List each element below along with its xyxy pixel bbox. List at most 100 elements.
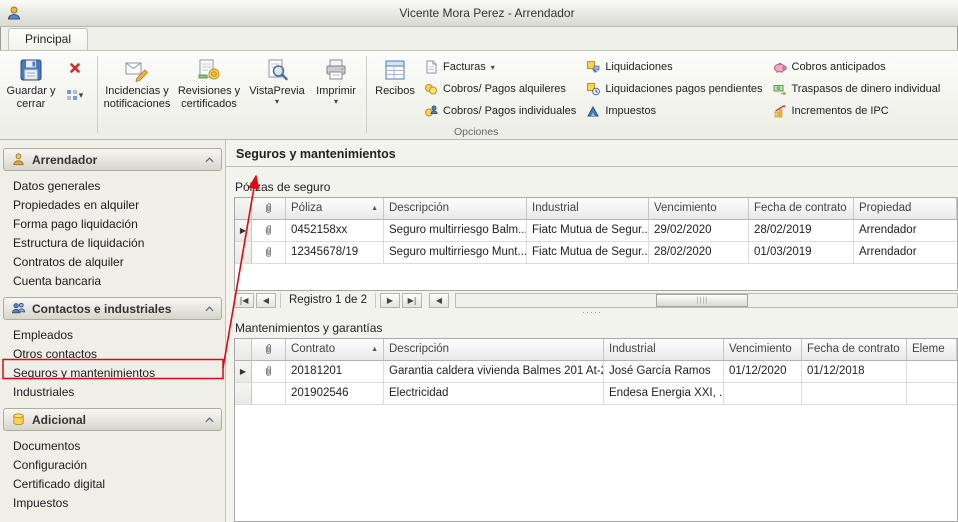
table-row[interactable]: 201902546 Electricidad Endesa Energia XX… bbox=[235, 383, 957, 405]
sidebar-item-cuenta-bancaria[interactable]: Cuenta bancaria bbox=[0, 272, 225, 291]
delete-button[interactable] bbox=[60, 58, 90, 78]
horizontal-scrollbar[interactable]: |||| bbox=[455, 293, 958, 308]
record-counter: Registro 1 de 2 bbox=[280, 293, 376, 308]
sidebar-section-arrendador[interactable]: Arrendador bbox=[3, 148, 222, 171]
column-header-vencimiento[interactable]: Vencimiento bbox=[649, 198, 749, 220]
chevron-down-icon: ▾ bbox=[491, 63, 495, 72]
cell-vencimiento[interactable]: 29/02/2020 bbox=[649, 220, 749, 242]
nav-last-record-button[interactable]: ▶| bbox=[402, 293, 422, 308]
attachment-column-header[interactable] bbox=[252, 198, 286, 220]
sidebar-item-impuestos[interactable]: Impuestos bbox=[0, 494, 225, 513]
sidebar-item-otros-contactos[interactable]: Otros contactos bbox=[0, 345, 225, 364]
column-header-industrial[interactable]: Industrial bbox=[527, 198, 649, 220]
cell-vencimiento[interactable]: 28/02/2020 bbox=[649, 242, 749, 264]
cell-fecha-contrato[interactable]: 01/12/2018 bbox=[802, 361, 907, 383]
attachment-cell[interactable] bbox=[252, 220, 286, 242]
mantenimientos-header-row: Contrato▲ Descripción Industrial Vencimi… bbox=[235, 339, 957, 361]
column-header-propiedad[interactable]: Propiedad bbox=[854, 198, 957, 220]
cobros-pagos-individuales-button[interactable]: Cobros/ Pagos individuales bbox=[424, 102, 576, 120]
table-row[interactable]: ▶ 20181201 Garantia caldera vivienda Bal… bbox=[235, 361, 957, 383]
sidebar-item-forma-pago-liquidacion[interactable]: Forma pago liquidación bbox=[0, 215, 225, 234]
nav-first-record-button[interactable]: |◀ bbox=[234, 293, 254, 308]
imprimir-button[interactable]: Imprimir ▾ bbox=[309, 52, 363, 105]
column-header-contrato[interactable]: Contrato▲ bbox=[286, 339, 384, 361]
cell-vencimiento[interactable] bbox=[724, 383, 802, 405]
vistaprevia-button[interactable]: VistaPrevia ▾ bbox=[245, 52, 309, 105]
cell-industrial[interactable]: Fiatc Mutua de Segur... bbox=[527, 242, 649, 264]
sidebar-item-certificado-digital[interactable]: Certificado digital bbox=[0, 475, 225, 494]
ribbon-group-liquidaciones: Liquidaciones Liquidaciones pagos pendie… bbox=[582, 52, 768, 139]
cell-contrato[interactable]: 20181201 bbox=[286, 361, 384, 383]
grid-splitter[interactable]: ····· bbox=[226, 309, 958, 318]
impuestos-ribbon-button[interactable]: Impuestos bbox=[586, 102, 762, 120]
ribbon-separator bbox=[97, 56, 98, 133]
cell-descripcion[interactable]: Seguro multirriesgo Balm... bbox=[384, 220, 527, 242]
save-icon bbox=[18, 55, 44, 85]
recibos-button[interactable]: Recibos bbox=[370, 52, 420, 98]
table-row[interactable]: ▶ 0452158xx Seguro multirriesgo Balm... … bbox=[235, 220, 957, 242]
cell-descripcion[interactable]: Electricidad bbox=[384, 383, 604, 405]
column-header-fecha-contrato[interactable]: Fecha de contrato bbox=[802, 339, 907, 361]
column-header-descripcion[interactable]: Descripción bbox=[384, 339, 604, 361]
column-header-industrial[interactable]: Industrial bbox=[604, 339, 724, 361]
scroll-left-button[interactable]: ◀ bbox=[429, 293, 449, 308]
cobros-anticipados-button[interactable]: Cobros anticipados bbox=[773, 58, 941, 76]
sidebar-item-estructura-de-liquidacion[interactable]: Estructura de liquidación bbox=[0, 234, 225, 253]
incidencias-button[interactable]: Incidencias y notificaciones bbox=[101, 52, 173, 110]
cell-industrial[interactable]: José García Ramos bbox=[604, 361, 724, 383]
attachment-cell[interactable] bbox=[252, 383, 286, 405]
liquidaciones-pendientes-button[interactable]: Liquidaciones pagos pendientes bbox=[586, 80, 762, 98]
cell-industrial[interactable]: Endesa Energia XXI, ... bbox=[604, 383, 724, 405]
cell-fecha-contrato[interactable] bbox=[802, 383, 907, 405]
tab-principal[interactable]: Principal bbox=[8, 28, 88, 50]
nav-next-record-button[interactable]: ▶ bbox=[380, 293, 400, 308]
column-header-vencimiento[interactable]: Vencimiento bbox=[724, 339, 802, 361]
sidebar-item-contratos-de-alquiler[interactable]: Contratos de alquiler bbox=[0, 253, 225, 272]
sidebar-item-datos-generales[interactable]: Datos generales bbox=[0, 177, 225, 196]
cell-vencimiento[interactable]: 01/12/2020 bbox=[724, 361, 802, 383]
cell-propiedad[interactable]: Arrendador bbox=[854, 220, 957, 242]
cell-descripcion[interactable]: Seguro multirriesgo Munt... bbox=[384, 242, 527, 264]
attachment-column-header[interactable] bbox=[252, 339, 286, 361]
sidebar-item-configuracion[interactable]: Configuración bbox=[0, 456, 225, 475]
traspasos-button[interactable]: Traspasos de dinero individual bbox=[773, 80, 941, 98]
sidebar-item-seguros-y-mantenimientos[interactable]: Seguros y mantenimientos bbox=[0, 364, 225, 383]
sidebar: Arrendador Datos generales Propiedades e… bbox=[0, 140, 226, 522]
column-header-poliza[interactable]: Póliza▲ bbox=[286, 198, 384, 220]
attachment-cell[interactable] bbox=[252, 361, 286, 383]
sidebar-item-documentos[interactable]: Documentos bbox=[0, 437, 225, 456]
grid-empty-area bbox=[235, 405, 957, 521]
cell-contrato[interactable]: 201902546 bbox=[286, 383, 384, 405]
cobros-pagos-alquileres-button[interactable]: Cobros/ Pagos alquileres bbox=[424, 80, 576, 98]
paperclip-icon bbox=[264, 246, 273, 259]
column-header-elemento[interactable]: Eleme bbox=[907, 339, 957, 361]
liquidaciones-button[interactable]: Liquidaciones bbox=[586, 58, 762, 76]
sidebar-section-contactos[interactable]: Contactos e industriales bbox=[3, 297, 222, 320]
column-header-fecha-contrato[interactable]: Fecha de contrato bbox=[749, 198, 854, 220]
cell-poliza[interactable]: 12345678/19 bbox=[286, 242, 384, 264]
cell-poliza[interactable]: 0452158xx bbox=[286, 220, 384, 242]
cell-propiedad[interactable]: Arrendador bbox=[854, 242, 957, 264]
row-indicator-header bbox=[235, 198, 252, 220]
facturas-button[interactable]: Facturas ▾ bbox=[424, 58, 576, 76]
column-header-descripcion[interactable]: Descripción bbox=[384, 198, 527, 220]
chevron-down-icon: ▾ bbox=[79, 90, 84, 101]
cell-fecha-contrato[interactable]: 28/02/2019 bbox=[749, 220, 854, 242]
nav-prev-record-button[interactable]: ◀ bbox=[256, 293, 276, 308]
save-close-button[interactable]: Guardar y cerrar bbox=[4, 52, 58, 110]
cell-elemento[interactable] bbox=[907, 361, 957, 383]
layout-options-button[interactable]: ▾ bbox=[60, 85, 90, 105]
cell-fecha-contrato[interactable]: 01/03/2019 bbox=[749, 242, 854, 264]
sidebar-section-adicional[interactable]: Adicional bbox=[3, 408, 222, 431]
cell-industrial[interactable]: Fiatc Mutua de Segur... bbox=[527, 220, 649, 242]
sidebar-item-industriales[interactable]: Industriales bbox=[0, 383, 225, 402]
table-row[interactable]: 12345678/19 Seguro multirriesgo Munt... … bbox=[235, 242, 957, 264]
revisiones-button[interactable]: Revisiones y certificados bbox=[173, 52, 245, 110]
incrementos-ipc-button[interactable]: Incrementos de IPC bbox=[773, 102, 941, 120]
cell-descripcion[interactable]: Garantia caldera vivienda Balmes 201 At-… bbox=[384, 361, 604, 383]
attachment-cell[interactable] bbox=[252, 242, 286, 264]
sidebar-item-empleados[interactable]: Empleados bbox=[0, 326, 225, 345]
sidebar-item-propiedades-en-alquiler[interactable]: Propiedades en alquiler bbox=[0, 196, 225, 215]
scrollbar-thumb[interactable]: |||| bbox=[656, 294, 748, 307]
cell-elemento[interactable] bbox=[907, 383, 957, 405]
